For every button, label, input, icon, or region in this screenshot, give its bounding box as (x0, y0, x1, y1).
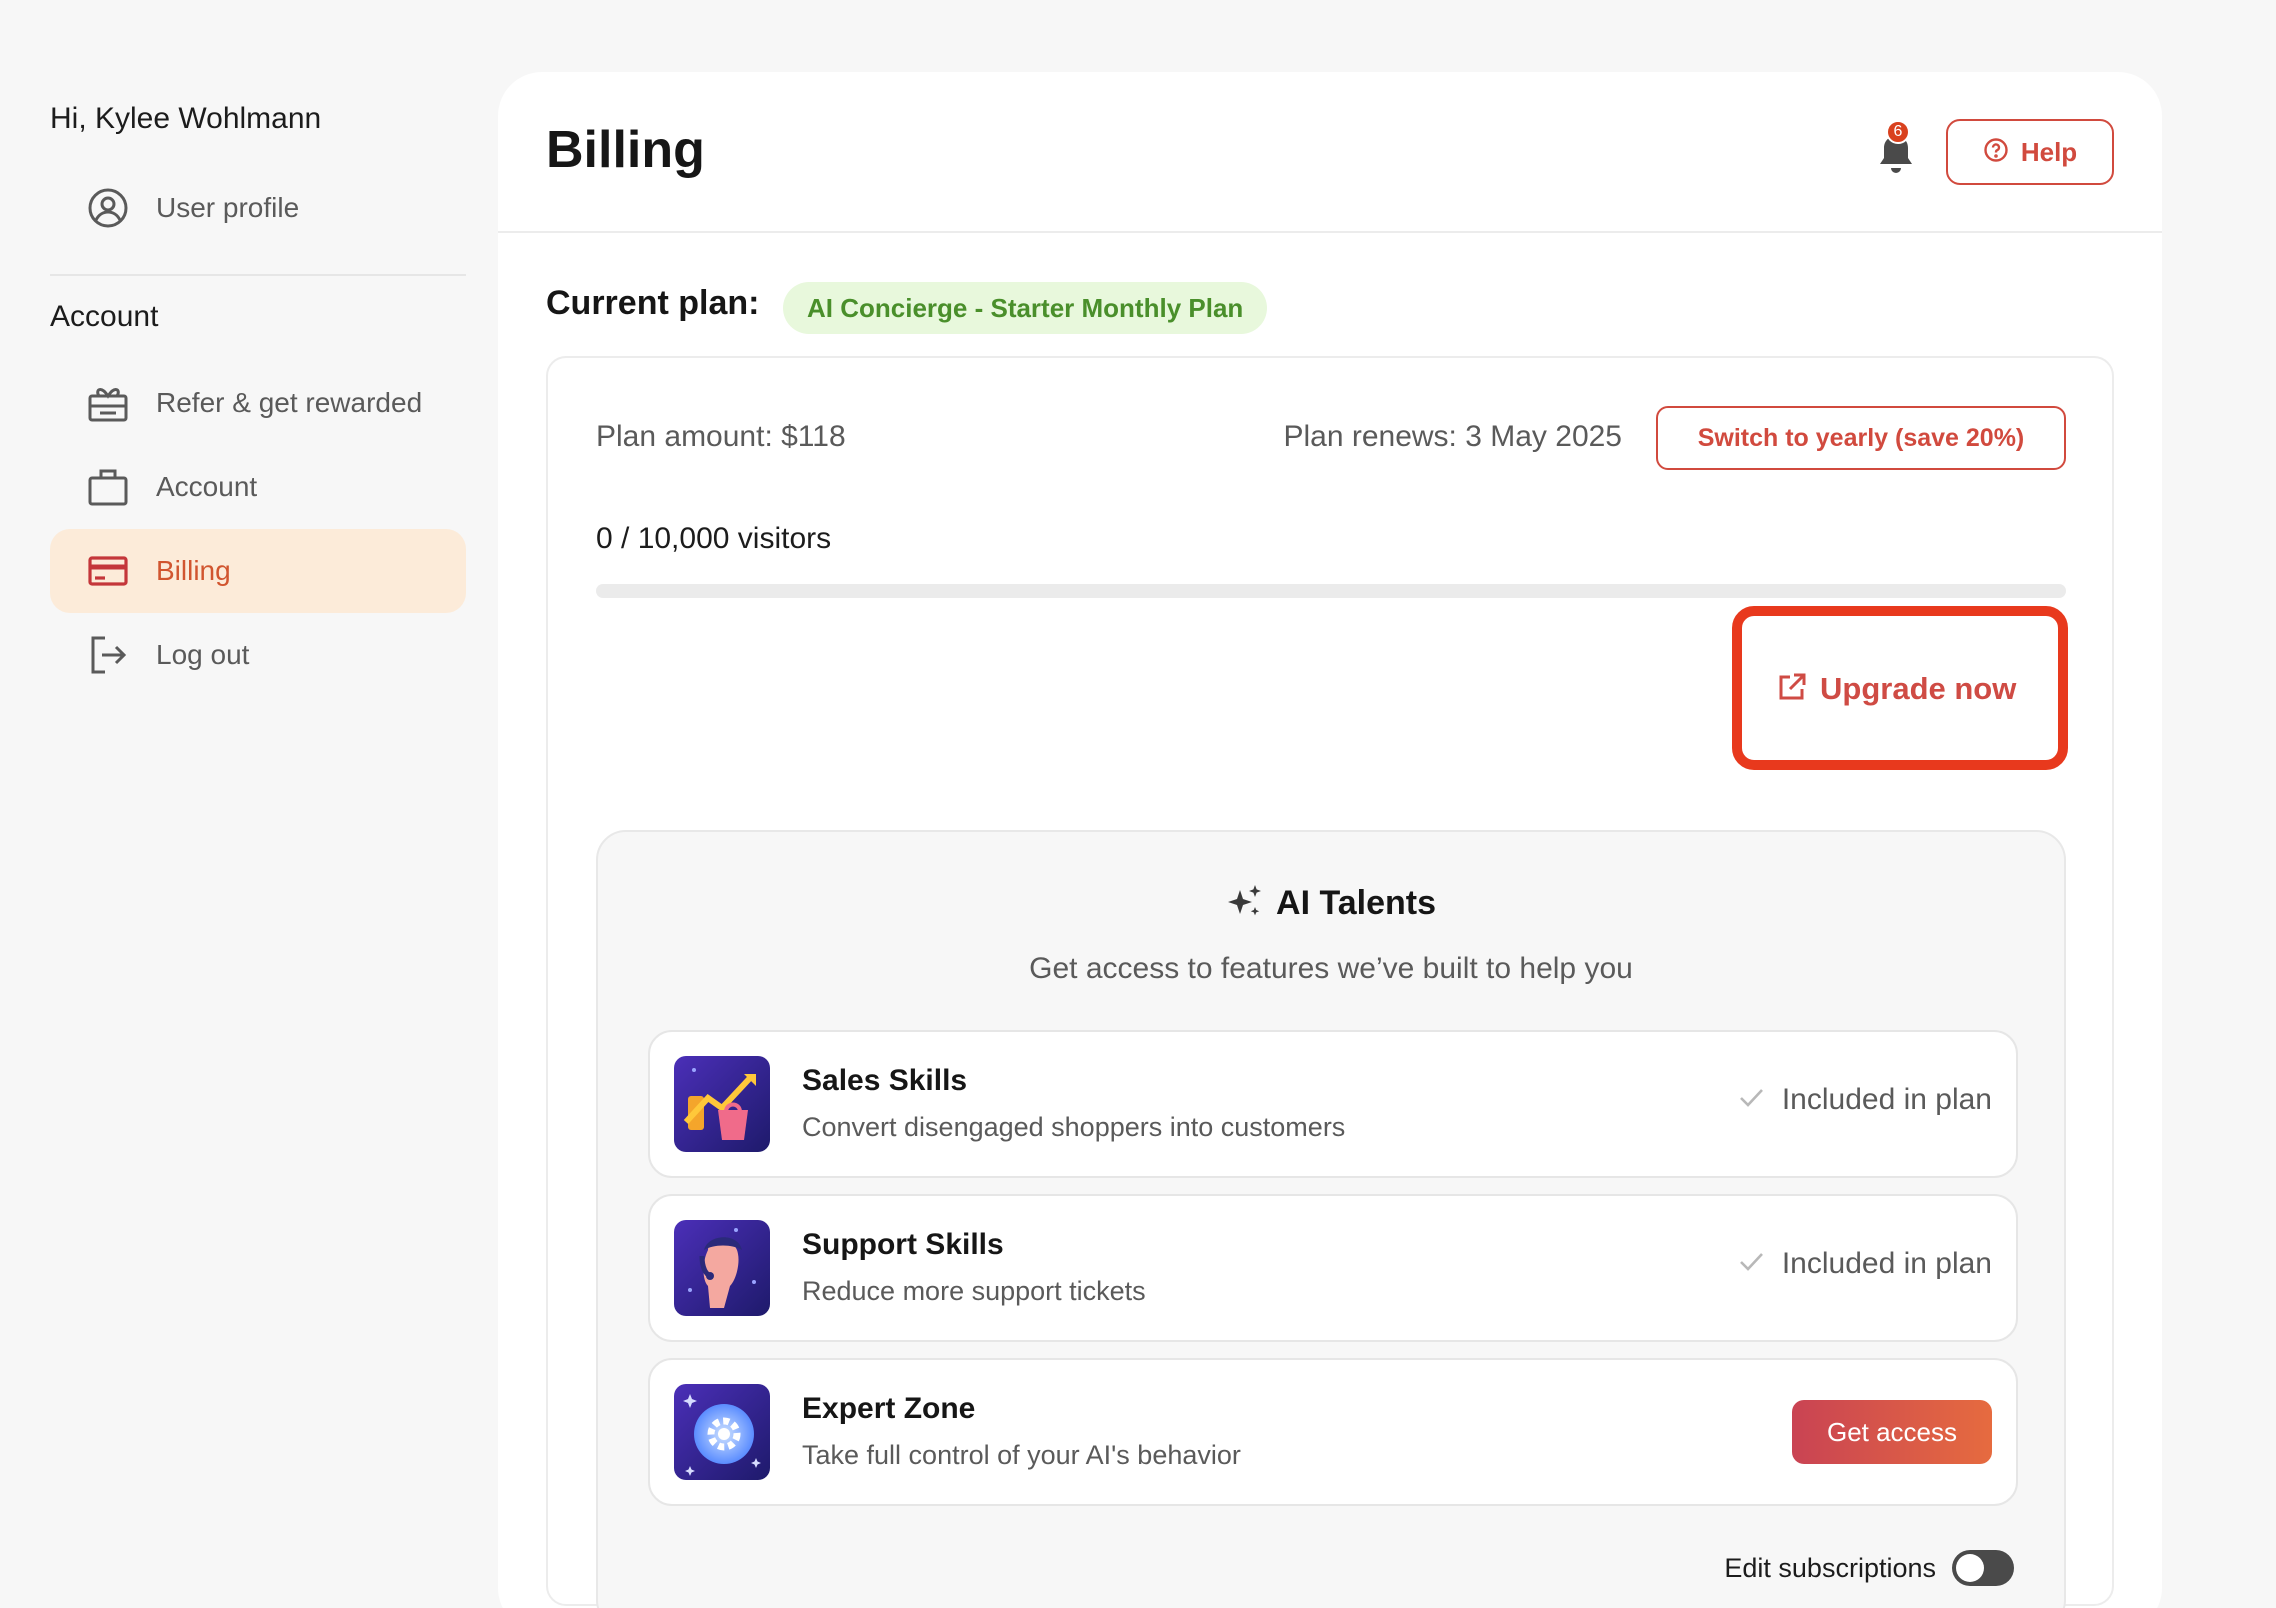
skill-status-label: Included in plan (1781, 1082, 1992, 1116)
current-plan-label: Current plan: (546, 284, 760, 322)
sidebar-item-label: Log out (156, 639, 250, 670)
skill-name: Sales Skills (802, 1064, 968, 1097)
ai-talents-section: AI Talents Get access to features we’ve … (596, 830, 2066, 1608)
main-panel: Billing 6 Help Current plan: AI Concierg… (498, 72, 2162, 1608)
talents-title: AI Talents (1276, 884, 1436, 922)
plan-renews: Plan renews: 3 May 2025 (1283, 420, 1622, 453)
briefcase-icon (86, 465, 130, 509)
skill-card-support: Support Skills Reduce more support ticke… (648, 1194, 2018, 1342)
sidebar-item-user-profile[interactable]: User profile (50, 166, 466, 250)
skill-card-expert-zone: Expert Zone Take full control of your AI… (648, 1358, 2018, 1506)
visitors-count: 0 / 10,000 visitors (596, 522, 832, 555)
credit-card-icon (86, 549, 130, 593)
help-button[interactable]: Help (1946, 119, 2114, 185)
skill-card-sales: Sales Skills Convert disengaged shoppers… (648, 1030, 2018, 1178)
upgrade-now-link[interactable]: Upgrade now (1776, 664, 2016, 714)
greeting: Hi, Kylee Wohlmann (50, 102, 322, 135)
support-skills-image (674, 1220, 770, 1316)
sidebar-divider (50, 274, 466, 276)
toggle-knob (1956, 1554, 1984, 1582)
skill-description: Take full control of your AI's behavior (802, 1440, 1241, 1470)
sidebar-item-account[interactable]: Account (50, 445, 466, 529)
expert-zone-image (674, 1384, 770, 1480)
skill-description: Convert disengaged shoppers into custome… (802, 1112, 1346, 1142)
check-icon (1736, 1082, 1766, 1117)
sparkles-icon (1226, 882, 1264, 925)
switch-to-yearly-button[interactable]: Switch to yearly (save 20%) (1656, 406, 2066, 470)
sidebar-item-label: User profile (156, 192, 300, 223)
skill-status-label: Included in plan (1781, 1246, 1992, 1280)
edit-subscriptions-toggle[interactable] (1952, 1550, 2014, 1586)
sidebar-item-refer[interactable]: Refer & get rewarded (50, 361, 466, 445)
upgrade-now-label: Upgrade now (1820, 671, 2017, 706)
page-header: Billing 6 Help (498, 72, 2162, 233)
skill-name: Support Skills (802, 1228, 1004, 1261)
sidebar-item-logout[interactable]: Log out (50, 613, 466, 697)
skill-status: Included in plan (1736, 1246, 1992, 1281)
check-icon (1736, 1246, 1766, 1281)
edit-subscriptions-row: Edit subscriptions (1724, 1550, 2014, 1586)
skill-name: Expert Zone (802, 1392, 976, 1425)
plan-name-badge: AI Concierge - Starter Monthly Plan (783, 282, 1268, 334)
question-circle-icon (1983, 137, 2009, 168)
logout-icon (86, 633, 130, 677)
sidebar-section-title: Account (50, 300, 159, 333)
edit-subscriptions-label: Edit subscriptions (1724, 1552, 1936, 1583)
talents-subtitle: Get access to features we’ve built to he… (1029, 952, 1633, 985)
visitors-progress-bar (596, 584, 2066, 598)
sales-skills-image (674, 1056, 770, 1152)
sidebar-item-label: Billing (156, 555, 231, 586)
page-title: Billing (546, 121, 705, 179)
plan-amount: Plan amount: $118 (596, 420, 846, 453)
notification-badge: 6 (1886, 120, 1910, 144)
gift-icon (86, 381, 130, 425)
skill-status: Included in plan (1736, 1082, 1992, 1117)
sidebar-item-billing[interactable]: Billing (50, 529, 466, 613)
get-access-button[interactable]: Get access (1792, 1400, 1992, 1464)
sidebar-item-label: Account (156, 471, 258, 502)
skill-description: Reduce more support tickets (802, 1276, 1146, 1306)
user-circle-icon (86, 186, 130, 230)
sidebar-item-label: Refer & get rewarded (156, 387, 423, 418)
plan-card: Plan amount: $118 Plan renews: 3 May 202… (546, 356, 2114, 1608)
help-label: Help (2020, 136, 2078, 167)
external-link-icon (1776, 671, 1808, 708)
